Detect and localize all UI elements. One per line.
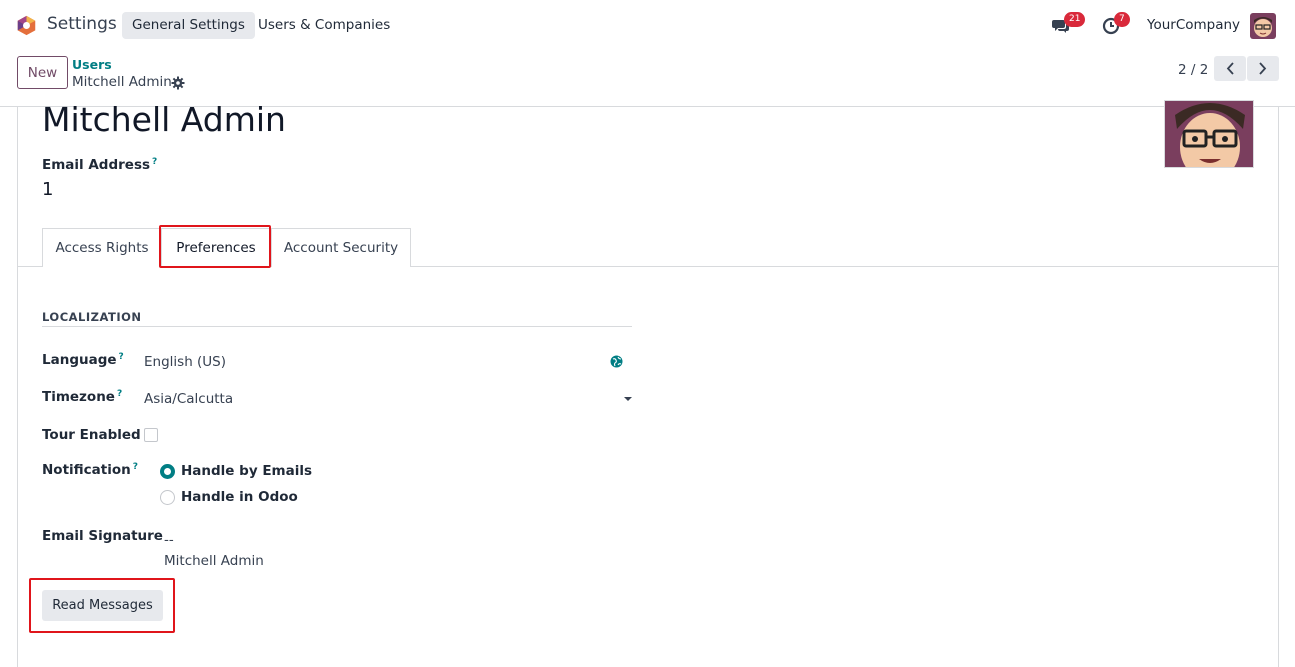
timezone-label: Timezone? [42, 389, 123, 405]
tour-enabled-checkbox[interactable] [144, 428, 158, 442]
radio-label-handle-in-odoo[interactable]: Handle in Odoo [181, 489, 298, 505]
tour-enabled-label: Tour Enabled [42, 427, 141, 443]
language-label: Language? [42, 352, 124, 368]
pager-previous-button[interactable] [1214, 56, 1246, 81]
signature-line-name[interactable]: Mitchell Admin [164, 553, 264, 569]
language-select[interactable]: English (US) [144, 354, 226, 370]
user-name-field[interactable]: Mitchell Admin [42, 100, 286, 139]
chevron-left-icon [1226, 62, 1234, 75]
section-divider [42, 326, 632, 327]
form-sheet [17, 107, 1279, 667]
tab-account-security[interactable]: Account Security [271, 228, 411, 267]
radio-handle-in-odoo[interactable] [160, 490, 175, 505]
app-name[interactable]: Settings [47, 14, 117, 34]
top-navbar: Settings General Settings Users & Compan… [0, 0, 1295, 50]
breadcrumb-current: Mitchell Admin [72, 74, 172, 90]
pager-value[interactable]: 2 / 2 [1178, 62, 1208, 78]
localization-section-title: LOCALIZATION [42, 310, 142, 324]
notification-label: Notification? [42, 462, 138, 478]
caret-down-icon[interactable] [624, 397, 632, 401]
pager-next-button[interactable] [1247, 56, 1279, 81]
menu-users-companies[interactable]: Users & Companies [248, 12, 400, 39]
email-address-label: Email Address? [42, 157, 158, 173]
signature-line-dash[interactable]: -- [164, 532, 174, 548]
help-icon[interactable]: ? [117, 389, 122, 399]
chevron-right-icon [1259, 62, 1267, 75]
help-icon[interactable]: ? [133, 462, 138, 472]
gear-icon[interactable] [171, 76, 185, 90]
tab-access-rights[interactable]: Access Rights [42, 228, 162, 267]
radio-label-handle-by-emails[interactable]: Handle by Emails [181, 463, 312, 479]
timezone-select[interactable]: Asia/Calcutta [144, 391, 233, 407]
help-icon[interactable]: ? [119, 352, 124, 362]
highlight-read-messages [29, 578, 175, 633]
control-panel: New Users Mitchell Admin 2 / 2 [0, 50, 1295, 107]
email-address-field[interactable]: 1 [42, 179, 53, 200]
highlight-preferences-tab [159, 225, 271, 268]
company-switcher[interactable]: YourCompany [1147, 17, 1240, 33]
user-avatar[interactable] [1250, 13, 1276, 39]
help-icon[interactable]: ? [152, 157, 157, 167]
odoo-logo-icon[interactable] [16, 15, 37, 36]
breadcrumb-users-link[interactable]: Users [72, 57, 112, 72]
messages-badge: 21 [1064, 12, 1086, 27]
globe-icon[interactable] [610, 355, 623, 368]
radio-handle-by-emails[interactable] [160, 464, 175, 479]
menu-general-settings[interactable]: General Settings [122, 12, 255, 39]
activities-badge: 7 [1114, 12, 1130, 27]
email-signature-label: Email Signature [42, 528, 163, 544]
new-button[interactable]: New [17, 56, 68, 89]
user-photo[interactable] [1164, 100, 1254, 168]
